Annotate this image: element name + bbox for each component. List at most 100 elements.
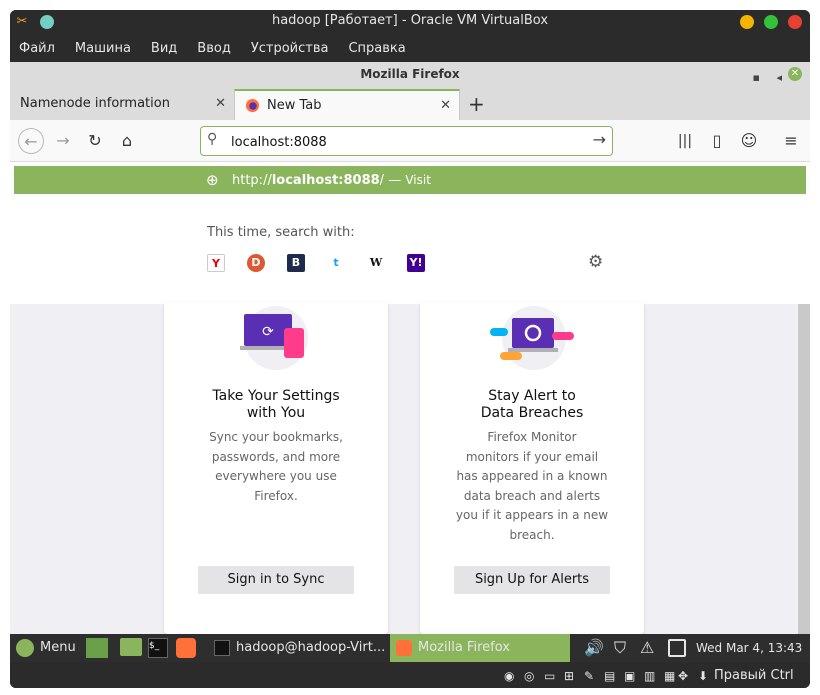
url-bar[interactable]: ⚲ → — [200, 126, 613, 156]
menu-view[interactable]: Вид — [151, 41, 177, 56]
virtualbox-statusbar: ◉ ◎ ▭ ⊞ ✎ ▤ ▣ ▥ ▦ ✥ ⬇ Правый Ctrl — [10, 662, 810, 688]
tab-close-icon[interactable]: ✕ — [215, 89, 226, 119]
new-tab-button[interactable]: + — [468, 92, 485, 116]
sync-devices-icon: ⟳ — [240, 306, 308, 370]
mint-logo-icon — [16, 638, 34, 657]
svg-text:⟳: ⟳ — [262, 324, 274, 340]
tab-new-tab[interactable]: New Tab ✕ — [234, 89, 460, 120]
network-icon[interactable]: ⊞ — [564, 662, 574, 688]
duckduckgo-engine-icon[interactable]: D — [247, 254, 265, 272]
home-button[interactable]: ⌂ — [114, 128, 140, 154]
close-button[interactable] — [788, 15, 802, 29]
bing-engine-icon[interactable]: B — [287, 254, 305, 272]
display-icon[interactable]: ▣ — [624, 662, 635, 688]
keyboard-capture-icon[interactable]: ⬇ — [698, 662, 708, 688]
search-icon: ⚲ — [207, 131, 218, 147]
back-button[interactable]: ← — [18, 128, 44, 154]
menu-help[interactable]: Справка — [348, 41, 405, 56]
forward-button[interactable]: → — [50, 128, 76, 154]
account-button[interactable]: ☺ — [736, 128, 762, 154]
desc-line: Firefox Monitor — [487, 430, 577, 444]
mouse-integration-icon[interactable]: ✥ — [678, 662, 688, 688]
shield-icon[interactable]: ⛉ — [614, 634, 626, 662]
new-tab-content: ⟳ Take Your Settings with You Sync your b… — [10, 302, 810, 634]
card-title-line1: Stay Alert to — [488, 388, 576, 404]
desc-line: breach. — [509, 527, 555, 542]
menu-machine[interactable]: Машина — [75, 41, 131, 56]
pin-icon[interactable] — [40, 15, 54, 29]
url-suffix: / — [379, 173, 385, 188]
go-arrow-icon[interactable]: → — [593, 130, 606, 149]
maximize-button[interactable] — [764, 15, 778, 29]
video-capture-icon[interactable]: ▥ — [644, 662, 655, 688]
tab-namenode[interactable]: Namenode information ✕ — [10, 89, 234, 120]
volume-icon[interactable]: 🔊 — [584, 634, 604, 662]
usb-icon[interactable]: ✎ — [584, 662, 594, 688]
minimize-button[interactable] — [740, 15, 754, 29]
terminal-icon — [214, 639, 230, 656]
wikipedia-engine-icon[interactable]: W — [367, 254, 385, 272]
firefox-window-label: Mozilla Firefox — [418, 640, 510, 655]
warning-icon[interactable]: ⚠ — [640, 634, 654, 662]
terminal-icon[interactable]: $_ — [148, 638, 168, 658]
menu-file[interactable]: Файл — [19, 41, 55, 56]
shared-folders-icon[interactable]: ▤ — [604, 662, 615, 688]
sign-up-for-alerts-button[interactable]: Sign Up for Alerts — [454, 566, 610, 594]
menu-hamburger-button[interactable]: ≡ — [778, 128, 804, 154]
desc-line: data breach and alerts — [463, 488, 601, 503]
firefox-icon — [245, 98, 260, 113]
tab-label: New Tab — [267, 98, 322, 113]
firefox-window-title: Mozilla Firefox — [360, 67, 460, 81]
show-desktop-icon[interactable] — [86, 638, 108, 658]
visit-suggestion[interactable]: ⊕ http://localhost:8088/ — Visit — [14, 166, 806, 194]
menu-devices[interactable]: Устройства — [251, 41, 329, 56]
notifications-icon[interactable] — [668, 639, 686, 657]
guest-screen: Mozilla Firefox ▪ ◂ ✕ Namenode informati… — [10, 62, 810, 634]
suggestion-url: http://localhost:8088/ — Visit — [232, 166, 431, 195]
virtualbox-titlebar: ✂ hadoop [Работает] - Oracle VM VirtualB… — [10, 10, 810, 35]
hdd-icon[interactable]: ◉ — [504, 662, 514, 688]
globe-icon: ⊕ — [206, 171, 219, 189]
navigation-toolbar: ← → ↻ ⌂ ⚲ → ||| ▯ ☺ ≡ — [10, 120, 810, 162]
yahoo-engine-icon[interactable]: Y! — [407, 254, 425, 272]
desc-line: has appeared in a known — [456, 469, 608, 483]
taskbar-firefox-window[interactable]: Mozilla Firefox — [390, 634, 570, 662]
host-key-label: Правый Ctrl — [714, 668, 794, 683]
gear-icon[interactable]: ⚙ — [588, 252, 603, 272]
desc-line: monitors if your email — [465, 449, 599, 464]
desc-line: passwords, and more — [211, 449, 341, 464]
card-title-line2: with You — [246, 405, 306, 421]
files-icon[interactable] — [120, 638, 142, 656]
card-description: Firefox Monitor monitors if your email h… — [420, 428, 644, 545]
tab-label: Namenode information — [20, 96, 170, 111]
clock[interactable]: Wed Mar 4, 13:43 — [696, 634, 802, 662]
sidebar-button[interactable]: ▯ — [704, 128, 730, 154]
taskbar-terminal-window[interactable]: hadoop@hadoop-Virt... — [214, 634, 390, 662]
audio-icon[interactable]: ▭ — [544, 662, 555, 688]
library-button[interactable]: ||| — [672, 128, 698, 154]
sync-card: ⟳ Take Your Settings with You Sync your b… — [164, 302, 388, 634]
start-menu-button[interactable]: Menu — [16, 634, 76, 662]
reload-button[interactable]: ↻ — [82, 128, 108, 154]
window-title: hadoop [Работает] - Oracle VM VirtualBox — [271, 13, 549, 28]
url-input[interactable] — [231, 132, 571, 152]
guest-taskbar: Menu $_ hadoop@hadoop-Virt... Mozilla Fi… — [10, 634, 810, 662]
page-scrollbar[interactable] — [798, 304, 810, 634]
cpu-icon[interactable]: ▦ — [664, 662, 675, 688]
desc-line: you if it appears in a new — [455, 508, 609, 522]
firefox-launcher-icon[interactable] — [176, 638, 196, 658]
card-title: Stay Alert to Data Breaches — [420, 388, 644, 422]
menu-input[interactable]: Ввод — [197, 41, 231, 56]
tab-close-icon[interactable]: ✕ — [440, 91, 451, 121]
url-prefix: http:// — [232, 173, 272, 188]
ff-close-button[interactable]: ✕ — [788, 67, 802, 81]
optical-drive-icon[interactable]: ◎ — [524, 662, 534, 688]
sign-in-to-sync-button[interactable]: Sign in to Sync — [198, 566, 354, 594]
visit-label: Visit — [405, 173, 431, 187]
yandex-engine-icon[interactable]: Y — [207, 254, 225, 272]
desc-line: Sync your bookmarks, — [209, 430, 343, 444]
separator: — — [388, 173, 402, 188]
url-suggestions-popup: ⊕ http://localhost:8088/ — Visit This ti… — [10, 162, 810, 304]
twitter-engine-icon[interactable]: t — [327, 254, 345, 272]
card-description: Sync your bookmarks, passwords, and more… — [164, 428, 388, 506]
